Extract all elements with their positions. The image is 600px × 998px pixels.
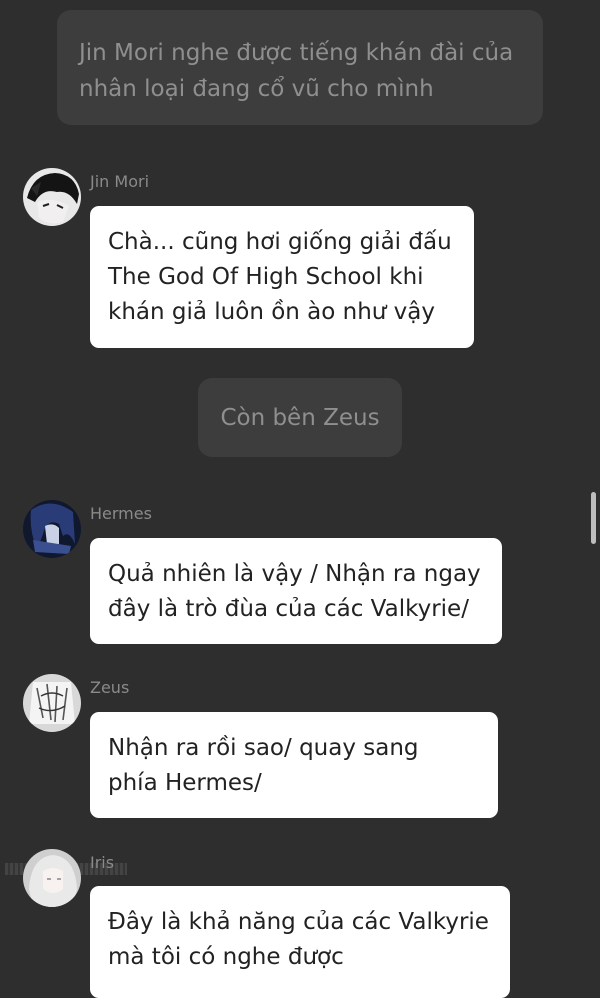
iris-avatar-icon[interactable] (23, 849, 81, 907)
sender-name: Zeus (90, 678, 130, 697)
scrollbar-thumb[interactable] (591, 492, 596, 544)
sender-name: Jin Mori (90, 172, 150, 191)
message-bubble: Đây là khả năng của các Valkyrie mà tôi … (90, 886, 510, 998)
hermes-avatar-icon[interactable] (23, 500, 81, 558)
message-bubble: Quả nhiên là vậy / Nhận ra ngay đây là t… (90, 538, 502, 644)
narration-box: Còn bên Zeus (198, 378, 402, 457)
narration-box: Jin Mori nghe được tiếng khán đài của nh… (57, 10, 543, 125)
jin-mori-avatar-icon[interactable] (23, 168, 81, 226)
message-bubble: Nhận ra rồi sao/ quay sang phía Hermes/ (90, 712, 498, 818)
sender-name: Iris (90, 853, 115, 872)
sender-name: Hermes (90, 504, 152, 523)
zeus-avatar-icon[interactable] (23, 674, 81, 732)
message-bubble: Chà... cũng hơi giống giải đấu The God O… (90, 206, 474, 348)
